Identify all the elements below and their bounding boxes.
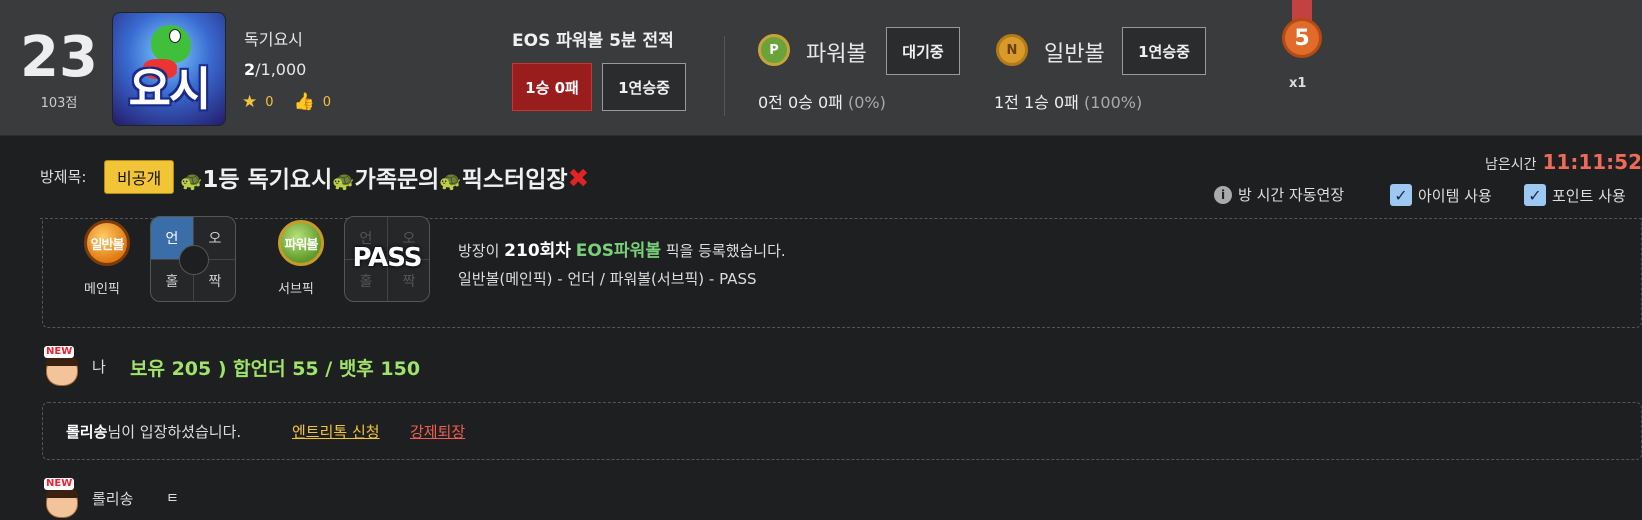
normalball-status-button[interactable]: 1연승중 (1122, 27, 1206, 75)
option-point-use[interactable]: ✓ 포인트 사용 (1524, 184, 1626, 206)
item-use-checkbox[interactable]: ✓ (1390, 184, 1412, 206)
thumbs-up-icon: 👍 (293, 92, 315, 112)
pick-summary-line2: 일반볼(메인픽) - 언더 / 파워볼(서브픽) - PASS (458, 270, 757, 288)
chat-avatar[interactable]: NEW (44, 478, 80, 518)
eos-record-button[interactable]: 1승 0패 (512, 63, 592, 111)
info-icon[interactable]: i (1214, 185, 1232, 204)
pick-round: 210회차 (504, 241, 571, 261)
turtle-icon: 🐢 (180, 171, 203, 192)
pick-game: EOS파워볼 (575, 241, 661, 261)
room-title: 🐢1등 독기요시🐢가족문의🐢픽스터입장✖ (180, 160, 589, 194)
entry-notice-text: 롤리송님이 입장하셨습니다. (66, 421, 241, 442)
private-badge: 비공개 (104, 160, 175, 194)
entry-notice-box (42, 402, 1642, 460)
main-ball-icon: 일반볼 (84, 220, 130, 266)
point-use-checkbox[interactable]: ✓ (1524, 184, 1546, 206)
room-title-part3: 픽스터입장 (461, 167, 568, 193)
count-total: /1,000 (255, 60, 307, 79)
star-count: 0 (265, 94, 274, 110)
star-icon: ★ (242, 92, 258, 112)
remaining-label: 남은시간 (1484, 157, 1537, 173)
user-count: 2/1,000 (244, 60, 306, 79)
red-x-icon: ✖ (567, 164, 590, 194)
sub-pick-caption: 서브픽 (278, 282, 314, 297)
normalball-record: 1전 1승 0패 (100%) (994, 89, 1142, 113)
item-use-label: 아이템 사용 (1418, 186, 1492, 205)
option-auto-extend[interactable]: i 방 시간 자동연장 (1214, 184, 1344, 205)
room-title-part2: 가족문의 (354, 167, 440, 193)
rank-block: 23 103점 (20, 25, 98, 112)
powerball-percent: (0%) (847, 93, 886, 112)
room-title-label: 방제목: (40, 168, 87, 186)
rank-number: 23 (20, 25, 98, 90)
medal-icon: 5 (1282, 18, 1322, 58)
auto-extend-label: 방 시간 자동연장 (1238, 186, 1345, 204)
powerball-coin-icon: P (758, 34, 790, 66)
pick-line1-post: 픽을 등록했습니다. (660, 242, 786, 260)
remaining-time: 남은시간 11:11:52 (1485, 150, 1642, 174)
rank-points: 103점 (40, 96, 78, 111)
avatar-logo-text: 요시 (128, 62, 212, 116)
profile-header: 23 103점 요시 독기요시 2/1,000 ★ 0 👍 0 EOS 파워볼 5분… (0, 0, 1642, 136)
notice-user[interactable]: 롤리송 (66, 423, 107, 441)
avatar[interactable]: 요시 (112, 12, 226, 126)
user-stats: ★ 0 👍 0 (242, 92, 351, 112)
notice-message: 님이 입장하셨습니다. (107, 423, 242, 441)
chat-message: ㅌ (166, 491, 179, 507)
force-kick-link[interactable]: 강제퇴장 (410, 421, 465, 442)
powerball-label: 파워볼 (806, 42, 867, 67)
normalball-percent: (100%) (1083, 93, 1143, 112)
main-pick-grid: 언 오 홀 짝 (150, 216, 236, 302)
normalball-coin-icon: N (996, 34, 1028, 66)
turtle-icon: 🐢 (439, 171, 462, 192)
main-pick-caption: 메인픽 (84, 282, 120, 297)
count-current: 2 (244, 60, 256, 79)
grid-center-circle (179, 245, 209, 275)
eos-streak-button[interactable]: 1연승중 (602, 63, 686, 111)
like-count: 0 (322, 94, 331, 110)
like-stat: 👍 0 (294, 92, 331, 112)
powerball-status-button[interactable]: 대기중 (886, 27, 960, 75)
user-name[interactable]: 독기요시 (244, 26, 303, 50)
entry-talk-request-link[interactable]: 엔트리톡 신청 (292, 421, 380, 442)
medal-count: x1 (1289, 76, 1307, 91)
turtle-icon: 🐢 (332, 171, 355, 192)
new-badge: NEW (44, 346, 75, 358)
chat-user-name[interactable]: 나 (92, 356, 106, 377)
point-use-label: 포인트 사용 (1552, 186, 1626, 205)
room-title-part1: 1등 독기요시 (202, 167, 333, 193)
new-badge: NEW (44, 478, 75, 490)
chat-avatar[interactable]: NEW (44, 346, 80, 386)
chat-message: 보유 205 ) 합언더 55 / 뱃후 150 (130, 358, 421, 380)
pick-line1-pre: 방장이 (458, 242, 505, 260)
sub-pick-grid: 언 오 홀 짝 PASS (344, 216, 430, 302)
pass-label: PASS (352, 243, 422, 273)
powerball-record-text: 0전 0승 0패 (758, 93, 843, 112)
normalball-label: 일반볼 (1044, 42, 1105, 67)
star-stat: ★ 0 (242, 92, 274, 112)
pick-summary-line1: 방장이 210회차 EOS파워볼 픽을 등록했습니다. (458, 236, 786, 261)
normalball-record-text: 1전 1승 0패 (994, 93, 1079, 112)
remaining-time-value: 11:11:52 (1542, 150, 1642, 174)
option-item-use[interactable]: ✓ 아이템 사용 (1390, 184, 1492, 206)
medal-badge: 5 (1280, 0, 1324, 66)
yoshi-eye-shape (169, 29, 181, 43)
eos-title: EOS 파워볼 5분 전적 (512, 31, 674, 51)
chat-user-name[interactable]: 롤리송 (92, 488, 133, 509)
sub-ball-icon: 파워볼 (278, 220, 324, 266)
powerball-record: 0전 0승 0패 (0%) (758, 89, 886, 113)
header-divider (724, 36, 725, 116)
